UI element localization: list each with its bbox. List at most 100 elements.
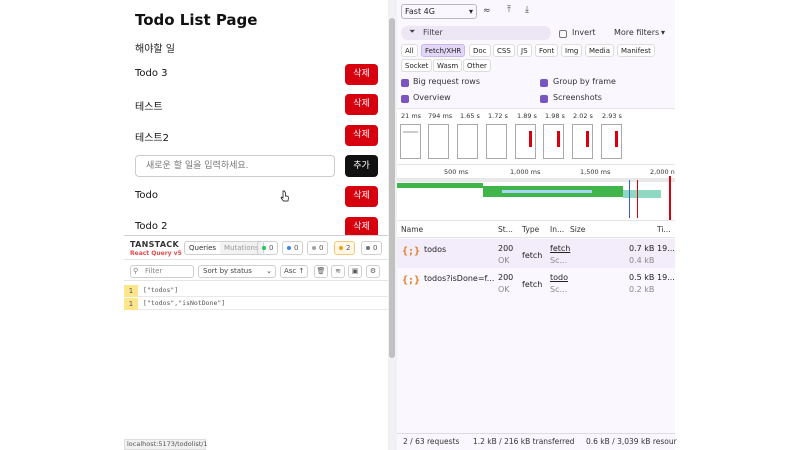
timeline-ruler: [397, 178, 675, 182]
type-img[interactable]: Img: [561, 44, 583, 57]
todo-item: Todo 2 삭제: [135, 217, 378, 235]
timeline-tick: 500 ms: [444, 168, 469, 176]
todo-item: 테스트 삭제: [135, 94, 378, 116]
request-initiator-sub: Sc...: [550, 285, 568, 294]
screenshot-frame[interactable]: [515, 124, 536, 159]
delete-button[interactable]: 삭제: [345, 64, 378, 85]
fetching-dot-icon: [287, 246, 291, 250]
type-all[interactable]: All: [401, 44, 418, 57]
request-row[interactable]: {;} todos?isDone=f... 200 OK fetch todo …: [397, 268, 675, 297]
column-initiator[interactable]: In...: [550, 225, 564, 234]
screenshot-frame[interactable]: [601, 124, 622, 159]
sort-order-button[interactable]: Asc ↑: [280, 265, 308, 278]
request-size: 0.7 kB: [629, 244, 655, 253]
screenshots-checkbox[interactable]: [540, 95, 548, 103]
chevron-down-icon: ⌄: [266, 267, 272, 275]
type-other[interactable]: Other: [463, 59, 491, 72]
tab-queries[interactable]: Queries: [185, 242, 220, 254]
type-doc[interactable]: Doc: [469, 44, 491, 57]
rq-filter-input[interactable]: Filter: [130, 265, 194, 278]
column-type[interactable]: Type: [522, 225, 539, 234]
type-filter-bar: All Fetch/XHR Doc CSS JS Font Img Media …: [397, 44, 675, 74]
dock-icon[interactable]: ▣: [348, 265, 362, 278]
request-row[interactable]: {;} todos 200 OK fetch fetch Sc... 0.7 k…: [397, 239, 675, 268]
group-frame-checkbox[interactable]: [540, 79, 548, 87]
export-icon[interactable]: ⤓: [525, 5, 529, 15]
screenshot-frame[interactable]: [457, 124, 478, 159]
type-js[interactable]: JS: [517, 44, 532, 57]
column-name[interactable]: Name: [401, 225, 423, 234]
delete-button[interactable]: 삭제: [345, 217, 378, 235]
screenshot-frame[interactable]: [486, 124, 507, 159]
screenshot-frame[interactable]: [400, 124, 421, 159]
type-css[interactable]: CSS: [493, 44, 515, 57]
network-conditions-icon[interactable]: ≈: [483, 6, 491, 16]
type-media[interactable]: Media: [585, 44, 615, 57]
request-resource-size: 0.4 kB: [629, 256, 655, 265]
type-font[interactable]: Font: [535, 44, 559, 57]
column-status[interactable]: St...: [498, 225, 513, 234]
add-button[interactable]: 추가: [345, 155, 378, 177]
page-title: Todo List Page: [135, 11, 258, 29]
paused-count-badge[interactable]: 0: [307, 241, 329, 255]
rq-header: TANSTACK React Query v5 Queries Mutation…: [124, 236, 388, 260]
invert-checkbox[interactable]: [559, 30, 567, 38]
new-todo-input[interactable]: 새로운 할 일을 입력하세요.: [135, 155, 335, 177]
chevron-down-icon: ▾: [661, 28, 666, 37]
resources-size: 0.6 kB / 3,039 kB resour: [586, 437, 677, 446]
mouse-pointer-icon: [280, 190, 289, 202]
trash-icon[interactable]: 🗑: [314, 265, 328, 278]
timeline-tick: 1,000 ms: [510, 168, 541, 176]
request-initiator-sub: Sc...: [550, 256, 568, 265]
throttle-select[interactable]: Fast 4G ▾: [401, 4, 477, 19]
type-fetch-xhr[interactable]: Fetch/XHR: [421, 44, 466, 57]
big-rows-checkbox[interactable]: [401, 79, 409, 87]
todo-label: 테스트2: [135, 133, 169, 144]
inactive-count-badge[interactable]: 0: [361, 241, 383, 255]
gear-icon[interactable]: ⚙: [366, 265, 380, 278]
wifi-icon[interactable]: ≋: [331, 265, 345, 278]
import-icon[interactable]: ⤒: [507, 5, 511, 15]
request-type: fetch: [522, 280, 543, 289]
delete-button[interactable]: 삭제: [345, 94, 378, 115]
timeline-bar: [397, 183, 483, 188]
sort-select[interactable]: Sort by status ⌄: [198, 265, 276, 278]
fetching-count-badge[interactable]: 0: [282, 241, 304, 255]
stale-count-badge[interactable]: 2: [334, 241, 356, 255]
screenshot-frame[interactable]: [428, 124, 449, 159]
screenshots-label: Screenshots: [553, 93, 602, 102]
new-todo-form: 새로운 할 일을 입력하세요. 추가: [135, 155, 378, 177]
column-size[interactable]: Size: [570, 225, 585, 234]
request-initiator-link[interactable]: todo: [550, 273, 568, 282]
frame-time: 1.72 s: [488, 112, 508, 120]
screenshot-frame[interactable]: [543, 124, 564, 159]
query-row[interactable]: 1 ["todos"]: [124, 285, 388, 297]
type-manifest[interactable]: Manifest: [617, 44, 655, 57]
type-wasm[interactable]: Wasm: [433, 59, 463, 72]
fetch-request-icon: {;}: [402, 246, 421, 257]
more-filters-button[interactable]: More filters: [614, 28, 659, 37]
delete-button[interactable]: 삭제: [345, 125, 378, 146]
query-row[interactable]: 1 ["todos","isNotDone"]: [124, 298, 388, 310]
fetch-request-icon: {;}: [402, 275, 421, 286]
overview-label: Overview: [413, 93, 451, 102]
frame-time: 1.65 s: [460, 112, 480, 120]
delete-button[interactable]: 삭제: [345, 186, 378, 207]
frame-time: 21 ms: [401, 112, 422, 120]
request-initiator-link[interactable]: fetch: [550, 244, 570, 253]
column-time[interactable]: Ti...: [657, 225, 671, 234]
type-socket[interactable]: Socket: [401, 59, 433, 72]
screenshot-frame[interactable]: [572, 124, 593, 159]
overview-checkbox[interactable]: [401, 95, 409, 103]
search-icon: ⚲: [133, 267, 139, 275]
query-key: ["todos"]: [143, 286, 179, 294]
scrollbar-thumb[interactable]: [389, 18, 395, 358]
observer-count: 1: [124, 285, 138, 297]
fresh-count-badge[interactable]: 0: [257, 241, 279, 255]
request-status-text: OK: [498, 285, 510, 294]
network-summary-bar: 2 / 63 requests 1.2 kB / 216 kB transfer…: [397, 433, 677, 450]
request-time: 19...: [657, 273, 675, 282]
tanstack-logo[interactable]: TANSTACK: [130, 240, 179, 249]
request-type: fetch: [522, 251, 543, 260]
network-filter-input[interactable]: Filter: [401, 26, 551, 40]
